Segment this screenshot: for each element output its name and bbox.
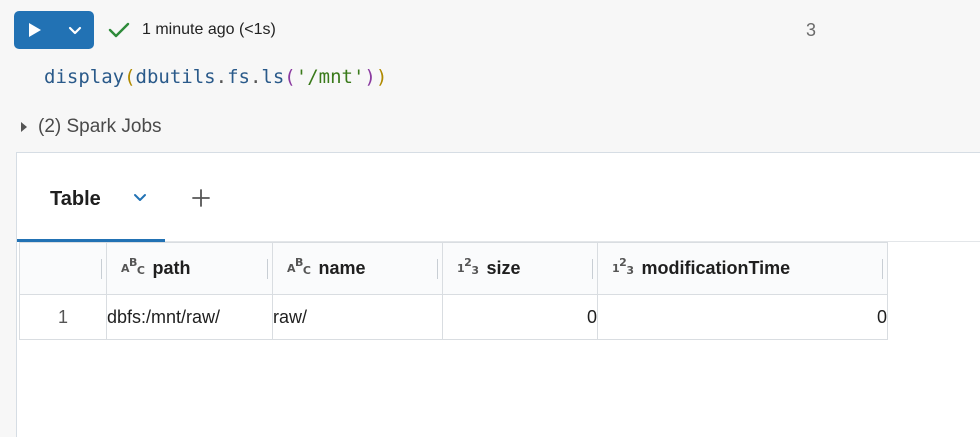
output-tabs: Table [17, 153, 980, 242]
code-token: dbutils [135, 66, 216, 88]
play-icon [29, 23, 41, 37]
spark-jobs-label: (2) Spark Jobs [38, 116, 162, 137]
column-name: modificationTime [641, 258, 791, 278]
code-token: '/mnt' [295, 66, 365, 88]
results-table: ABC path ABC name 123 size 123 modificat… [19, 242, 888, 340]
column-resize-handle[interactable] [101, 259, 102, 279]
code-editor[interactable]: display(dbutils.fs.ls('/mnt')) [44, 66, 387, 88]
column-name: path [152, 258, 191, 278]
column-header-modificationtime[interactable]: 123 modificationTime [597, 242, 888, 295]
string-type-icon: ABC [287, 257, 311, 277]
spark-jobs-toggle[interactable]: (2) Spark Jobs [20, 116, 162, 138]
code-token: ls [261, 66, 285, 88]
caret-right-icon [21, 122, 27, 132]
table-cell[interactable]: raw/ [272, 294, 443, 340]
code-token: ) [375, 66, 388, 88]
type-glyph: 3 [626, 264, 634, 277]
column-name: size [486, 258, 521, 278]
run-status: 1 minute ago (<1s) [108, 18, 276, 42]
column-header-size[interactable]: 123 size [442, 242, 598, 295]
column-resize-handle[interactable] [592, 259, 593, 279]
plus-icon[interactable] [191, 188, 211, 208]
code-token: ( [124, 66, 136, 88]
code-token: display [44, 66, 125, 88]
type-glyph: C [302, 264, 311, 277]
column-resize-handle[interactable] [267, 259, 268, 279]
string-type-icon: ABC [121, 257, 145, 277]
table-cell[interactable]: 0 [442, 294, 598, 340]
column-header-name[interactable]: ABC name [272, 242, 443, 295]
table-cell[interactable]: dbfs:/mnt/raw/ [106, 294, 273, 340]
cell-number: 3 [806, 20, 817, 40]
code-token: ( [284, 66, 296, 88]
run-options-dropdown[interactable] [56, 11, 94, 49]
chevron-down-icon [68, 26, 82, 34]
type-glyph: A [287, 262, 296, 275]
index-column-header [19, 242, 107, 295]
numeric-type-icon: 123 [612, 257, 634, 277]
output-panel: Table ABC path ABC name 123 size 123 mod… [16, 152, 980, 437]
code-token: fs [227, 66, 250, 88]
table-row: 1 dbfs:/mnt/raw/ raw/ 0 0 [19, 294, 888, 340]
chevron-down-icon[interactable] [133, 193, 147, 202]
column-resize-handle[interactable] [437, 259, 438, 279]
column-header-path[interactable]: ABC path [106, 242, 273, 295]
type-glyph: 3 [471, 264, 479, 277]
type-glyph: B [295, 256, 303, 269]
type-glyph: B [129, 256, 137, 269]
table-cell[interactable]: 0 [597, 294, 888, 340]
table-header-row: ABC path ABC name 123 size 123 modificat… [19, 242, 888, 295]
type-glyph: A [121, 262, 130, 275]
code-token: . [249, 66, 262, 88]
status-text: 1 minute ago (<1s) [142, 21, 276, 38]
code-token: . [215, 66, 228, 88]
tab-table[interactable]: Table [17, 153, 165, 242]
tab-label: Table [50, 188, 101, 210]
run-button-group [14, 11, 94, 49]
run-cell-button[interactable] [14, 11, 56, 49]
check-icon [108, 22, 130, 38]
row-index: 1 [19, 294, 107, 340]
code-token: ) [364, 66, 376, 88]
numeric-type-icon: 123 [457, 257, 479, 277]
type-glyph: C [136, 264, 145, 277]
column-resize-handle[interactable] [882, 259, 883, 279]
column-name: name [318, 258, 366, 278]
